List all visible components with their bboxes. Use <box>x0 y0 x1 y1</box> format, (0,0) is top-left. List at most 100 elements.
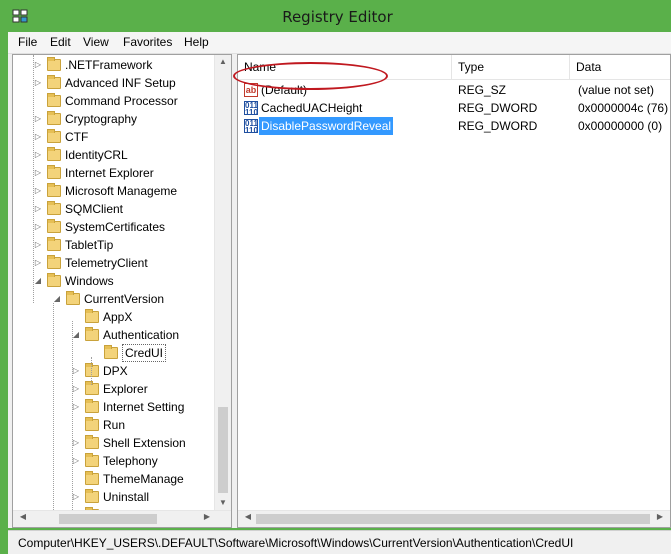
tree-node-label: Internet Setting <box>103 400 185 414</box>
collapse-arrow-icon[interactable]: ◢ <box>33 272 43 290</box>
tree-node[interactable]: ▷ .NETFramework <box>13 56 217 74</box>
folder-icon <box>85 489 99 503</box>
tree-node[interactable]: ▷ Explorer <box>13 380 217 398</box>
menu-favorites[interactable]: Favorites <box>123 35 172 49</box>
tree-node[interactable]: AppX <box>13 308 217 326</box>
tree-node-label: CredUI <box>122 344 167 362</box>
tree-node-label: Cryptography <box>65 112 138 126</box>
tree-node-label: TabletTip <box>65 238 114 252</box>
tree-node[interactable]: CredUI <box>13 344 217 362</box>
scroll-right-arrow-icon[interactable]: ▶ <box>652 512 668 521</box>
tree-node[interactable]: ▷ Internet Explorer <box>13 164 217 182</box>
folder-icon <box>104 345 118 359</box>
tree-node[interactable]: ◢ CurrentVersion <box>13 290 217 308</box>
folder-icon <box>85 435 99 449</box>
menu-edit[interactable]: Edit <box>50 35 71 49</box>
expand-arrow-icon[interactable]: ▷ <box>33 164 43 182</box>
tree-node[interactable]: ▷ Cryptography <box>13 110 217 128</box>
tree-node[interactable]: ▷ DPX <box>13 362 217 380</box>
tree-node[interactable]: ▷ SystemCertificates <box>13 218 217 236</box>
tree-node[interactable]: ▷ TelemetryClient <box>13 254 217 272</box>
tree-node[interactable]: ◢ Authentication <box>13 326 217 344</box>
menu-view[interactable]: View <box>83 35 109 49</box>
folder-icon <box>85 453 99 467</box>
value-row-cacheduacheight[interactable]: 011 110 CachedUACHeight REG_DWORD 0x0000… <box>238 99 670 117</box>
folder-icon <box>47 93 61 107</box>
expand-arrow-icon[interactable]: ▷ <box>33 218 43 236</box>
title-bar[interactable]: Registry Editor <box>4 0 671 32</box>
tree-node[interactable]: ▷ CTF <box>13 128 217 146</box>
values-pane: Name Type Data ab (Default) REG_SZ (valu… <box>237 54 671 528</box>
expand-arrow-icon[interactable]: ▷ <box>33 128 43 146</box>
tree-node-label: Microsoft Manageme <box>65 184 178 198</box>
value-type: REG_SZ <box>458 83 507 97</box>
tree-vscroll-thumb[interactable] <box>218 407 228 493</box>
tree-node[interactable]: ▷ TabletTip <box>13 236 217 254</box>
column-data[interactable]: Data <box>570 55 670 79</box>
value-name: CachedUACHeight <box>261 101 363 115</box>
expand-arrow-icon[interactable]: ▷ <box>33 56 43 74</box>
tree-horizontal-scrollbar[interactable]: ◀ ▶ <box>13 510 231 527</box>
tree-node[interactable]: ▷ SQMClient <box>13 200 217 218</box>
tree-guide-line <box>53 303 54 512</box>
folder-icon <box>47 165 61 179</box>
tree-node[interactable]: ▷ Microsoft Manageme <box>13 182 217 200</box>
value-type: REG_DWORD <box>458 101 538 115</box>
tree-node[interactable]: ▷ Advanced INF Setup <box>13 74 217 92</box>
values-horizontal-scrollbar[interactable]: ◀ ▶ <box>238 510 670 527</box>
tree-node[interactable]: ▷ Shell Extension <box>13 434 217 452</box>
tree-node-label: SQMClient <box>65 202 124 216</box>
expand-arrow-icon[interactable]: ▷ <box>33 146 43 164</box>
folder-icon <box>47 147 61 161</box>
tree-node-label: Command Processor <box>65 94 178 108</box>
tree-node-label: TelemetryClient <box>65 256 148 270</box>
tree-node-label: CTF <box>65 130 89 144</box>
status-path: Computer\HKEY_USERS\.DEFAULT\Software\Mi… <box>18 536 574 550</box>
tree-node-label: SystemCertificates <box>65 220 166 234</box>
tree-node-label: ThemeManage <box>103 472 184 486</box>
scroll-left-arrow-icon[interactable]: ◀ <box>240 512 256 521</box>
tree-node-label: Telephony <box>103 454 158 468</box>
expand-arrow-icon[interactable]: ▷ <box>33 254 43 272</box>
tree-node[interactable]: Run <box>13 416 217 434</box>
tree-node-label: Internet Explorer <box>65 166 154 180</box>
value-row-disablepasswordreveal[interactable]: 011 110 DisablePasswordReveal REG_DWORD … <box>238 117 670 135</box>
tree-node-label: DPX <box>103 364 128 378</box>
tree-node-label: Advanced INF Setup <box>65 76 176 90</box>
expand-arrow-icon[interactable]: ▷ <box>33 182 43 200</box>
tree-node[interactable]: ▷ Internet Setting <box>13 398 217 416</box>
tree-node[interactable]: ▷ Uninstall <box>13 488 217 506</box>
tree-node-label: Run <box>103 418 126 432</box>
expand-arrow-icon[interactable]: ▷ <box>33 200 43 218</box>
folder-icon <box>47 273 61 287</box>
value-data: 0x0000004c (76) <box>578 101 669 115</box>
folder-icon <box>85 381 99 395</box>
folder-icon <box>85 399 99 413</box>
tree-node-label: AppX <box>103 310 133 324</box>
scroll-down-arrow-icon[interactable]: ▼ <box>215 498 231 507</box>
tree-node[interactable]: ◢ Windows <box>13 272 217 290</box>
menu-file[interactable]: File <box>18 35 37 49</box>
expand-arrow-icon[interactable]: ▷ <box>33 110 43 128</box>
tree-node[interactable]: ▷ Telephony <box>13 452 217 470</box>
menu-help[interactable]: Help <box>184 35 209 49</box>
folder-icon <box>47 183 61 197</box>
tree-guide-line <box>72 321 73 512</box>
window-title: Registry Editor <box>282 8 393 26</box>
scroll-right-arrow-icon[interactable]: ▶ <box>199 512 215 521</box>
tree-vertical-scrollbar[interactable]: ▲ ▼ <box>214 55 231 512</box>
expand-arrow-icon[interactable]: ▷ <box>33 74 43 92</box>
tree-hscroll-thumb[interactable] <box>59 514 157 524</box>
status-bar: Computer\HKEY_USERS\.DEFAULT\Software\Mi… <box>8 530 671 554</box>
scroll-up-arrow-icon[interactable]: ▲ <box>215 57 231 66</box>
tree-node[interactable]: Command Processor <box>13 92 217 110</box>
value-name-selected: DisablePasswordReveal <box>259 117 394 135</box>
tree-node[interactable]: ▷ IdentityCRL <box>13 146 217 164</box>
expand-arrow-icon[interactable]: ▷ <box>33 236 43 254</box>
tree-node[interactable]: ThemeManage <box>13 470 217 488</box>
values-hscroll-thumb[interactable] <box>256 514 650 524</box>
value-type: REG_DWORD <box>458 119 538 133</box>
scroll-left-arrow-icon[interactable]: ◀ <box>15 512 31 521</box>
binary-value-icon: 011 110 <box>244 119 258 135</box>
column-type[interactable]: Type <box>452 55 570 79</box>
